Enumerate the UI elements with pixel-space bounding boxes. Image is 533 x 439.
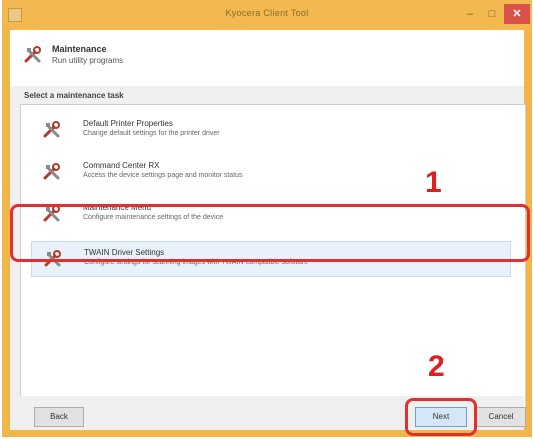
back-button[interactable]: Back (34, 407, 84, 427)
callout-highlight-1 (10, 204, 530, 262)
item-name: Command Center RX (83, 161, 160, 170)
item-name: Default Printer Properties (83, 119, 173, 128)
callout-highlight-2 (405, 398, 477, 436)
cancel-button[interactable]: Cancel (476, 407, 526, 427)
close-button[interactable]: ✕ (504, 4, 530, 24)
callout-number-1: 1 (425, 166, 442, 199)
maximize-button[interactable]: □ (484, 4, 500, 24)
window-title: Kyocera Client Tool (225, 8, 309, 18)
header-title: Maintenance (52, 44, 107, 54)
tools-icon (43, 163, 60, 180)
section-label: Select a maintenance task (24, 91, 124, 100)
title-bar[interactable]: Kyocera Client Tool – □ ✕ (2, 0, 532, 30)
list-item[interactable]: Default Printer Properties Change defaul… (31, 113, 511, 149)
tools-icon (43, 121, 60, 138)
item-description: Change default settings for the printer … (83, 130, 220, 137)
header-subtitle: Run utility programs (52, 56, 124, 65)
tools-icon (24, 46, 41, 63)
item-description: Access the device settings page and moni… (83, 172, 243, 179)
header-panel: Maintenance Run utility programs (10, 30, 524, 86)
minimize-button[interactable]: – (462, 4, 478, 24)
callout-number-2: 2 (428, 350, 445, 383)
